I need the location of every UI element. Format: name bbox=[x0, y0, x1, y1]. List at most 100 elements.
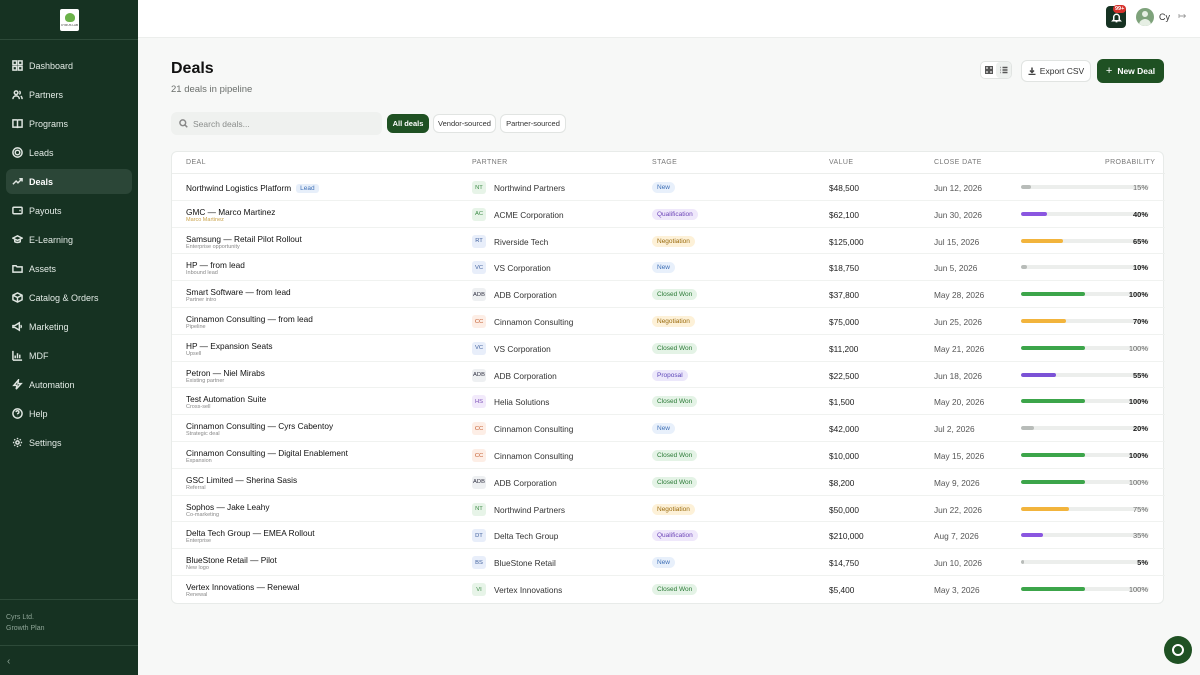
sidebar-item-partners[interactable]: Partners bbox=[6, 82, 132, 107]
partner-name[interactable]: ADB Corporation bbox=[494, 371, 557, 381]
deal-name[interactable]: Smart Software — from lead bbox=[186, 287, 291, 297]
partner-name[interactable]: Northwind Partners bbox=[494, 183, 565, 193]
partner-name[interactable]: VS Corporation bbox=[494, 344, 551, 354]
sidebar-item-settings[interactable]: Settings bbox=[6, 430, 132, 455]
sidebar-item-payouts[interactable]: Payouts bbox=[6, 198, 132, 223]
new-deal-button[interactable]: + New Deal bbox=[1097, 59, 1164, 83]
table-row[interactable]: Cinnamon Consulting — Digital Enablement… bbox=[172, 442, 1165, 469]
deal-name[interactable]: GMC — Marco Martinez bbox=[186, 207, 275, 217]
table-row[interactable]: BlueStone Retail — Pilot New logo BS BlueSt… bbox=[172, 549, 1165, 576]
table-row[interactable]: HP — Expansion Seats Upsell VC VS Corporati… bbox=[172, 335, 1165, 362]
column-value[interactable]: VALUE bbox=[829, 159, 853, 166]
logout-icon[interactable]: ↦ bbox=[1178, 11, 1186, 22]
table-row[interactable]: Samsung — Retail Pilot Rollout Enterprise… bbox=[172, 228, 1165, 255]
sidebar-item-assets[interactable]: Assets bbox=[6, 256, 132, 281]
deal-name[interactable]: Sophos — Jake Leahy bbox=[186, 502, 269, 512]
partner-name[interactable]: Cinnamon Consulting bbox=[494, 424, 573, 434]
deal-name[interactable]: Petron — Niel Mirabs bbox=[186, 368, 265, 378]
partner-name[interactable]: Northwind Partners bbox=[494, 505, 565, 515]
user-initials[interactable]: Cy bbox=[1159, 12, 1170, 22]
column-close-date[interactable]: CLOSE DATE bbox=[934, 159, 982, 166]
deal-name[interactable]: Vertex Innovations — Renewal bbox=[186, 582, 299, 592]
deal-name[interactable]: Test Automation Suite bbox=[186, 394, 266, 404]
table-row[interactable]: Cinnamon Consulting — from lead Pipeline C… bbox=[172, 308, 1165, 335]
sidebar-item-programs[interactable]: Programs bbox=[6, 111, 132, 136]
deal-name[interactable]: Northwind Logistics Platform Lead bbox=[186, 183, 319, 193]
partner-initials-badge: VC bbox=[472, 261, 486, 275]
sidebar-item-label: Deals bbox=[29, 176, 54, 187]
help-chat-button[interactable] bbox=[1164, 636, 1192, 664]
sidebar-item-e-learning[interactable]: E-Learning bbox=[6, 227, 132, 252]
deal-name[interactable]: HP — from lead bbox=[186, 260, 245, 270]
filter-vendor-sourced[interactable]: Vendor-sourced bbox=[433, 114, 496, 133]
probability-value: 10% bbox=[1132, 263, 1148, 273]
sidebar-item-catalog-orders[interactable]: Catalog & Orders bbox=[6, 285, 132, 310]
deal-name[interactable]: GSC Limited — Sherina Sasis bbox=[186, 475, 297, 485]
partner-name[interactable]: BlueStone Retail bbox=[494, 558, 556, 568]
deal-name[interactable]: Samsung — Retail Pilot Rollout bbox=[186, 234, 302, 244]
table-row[interactable]: Sophos — Jake Leahy Co-marketing NT Northwi… bbox=[172, 496, 1165, 523]
partner-name[interactable]: ADB Corporation bbox=[494, 290, 557, 300]
deal-name[interactable]: Cinnamon Consulting — Digital Enablement bbox=[186, 448, 348, 458]
sidebar-item-automation[interactable]: Automation bbox=[6, 372, 132, 397]
table-row[interactable]: Delta Tech Group — EMEA Rollout Enterpris… bbox=[172, 522, 1165, 550]
partner-name[interactable]: Cinnamon Consulting bbox=[494, 317, 573, 327]
list-view-button[interactable] bbox=[996, 62, 1011, 78]
deal-name[interactable]: Cinnamon Consulting — from lead bbox=[186, 314, 313, 324]
table-row[interactable]: Test Automation Suite Cross-sell HS Helia S… bbox=[172, 388, 1165, 416]
search-input[interactable] bbox=[193, 118, 373, 129]
deal-name[interactable]: HP — Expansion Seats bbox=[186, 341, 273, 351]
stage-badge: New bbox=[652, 262, 676, 274]
probability-fill bbox=[1021, 292, 1085, 297]
collapse-sidebar[interactable]: ‹ bbox=[0, 645, 138, 675]
company-logo[interactable]: CYRUS LAB bbox=[60, 8, 79, 31]
sidebar-item-label: Leads bbox=[29, 147, 54, 158]
close-date: Aug 7, 2026 bbox=[934, 531, 979, 542]
avatar[interactable] bbox=[1136, 8, 1154, 26]
sidebar-item-marketing[interactable]: Marketing bbox=[6, 314, 132, 339]
partner-name[interactable]: Helia Solutions bbox=[494, 397, 549, 407]
close-date: Jun 10, 2026 bbox=[934, 558, 982, 569]
partner-name[interactable]: Delta Tech Group bbox=[494, 531, 558, 541]
table-row[interactable]: Vertex Innovations — Renewal Renewal VI Ver… bbox=[172, 576, 1165, 603]
probability-value: 65% bbox=[1132, 236, 1148, 246]
sidebar-item-help[interactable]: Help bbox=[6, 401, 132, 426]
partner-name[interactable]: Cinnamon Consulting bbox=[494, 451, 573, 461]
deal-name[interactable]: Delta Tech Group — EMEA Rollout bbox=[186, 528, 315, 538]
grid-view-button[interactable] bbox=[981, 62, 996, 78]
table-row[interactable]: GMC — Marco Martinez Marco Martinez AC ACME… bbox=[172, 201, 1165, 228]
sidebar-item-deals[interactable]: Deals bbox=[6, 169, 132, 194]
column-stage[interactable]: STAGE bbox=[652, 159, 677, 166]
export-csv-button[interactable]: Export CSV bbox=[1021, 60, 1091, 82]
filter-all-deals[interactable]: All deals bbox=[387, 114, 429, 133]
table-row[interactable]: HP — from lead Inbound lead VC VS Corporati… bbox=[172, 254, 1165, 282]
partner-initials-badge: BS bbox=[472, 556, 486, 570]
deal-name[interactable]: BlueStone Retail — Pilot bbox=[186, 555, 277, 565]
partner-name[interactable]: ADB Corporation bbox=[494, 478, 557, 488]
deal-name[interactable]: Cinnamon Consulting — Cyrs Cabentoy bbox=[186, 421, 333, 431]
partner-name[interactable]: VS Corporation bbox=[494, 263, 551, 273]
partner-name[interactable]: ACME Corporation bbox=[494, 210, 564, 220]
table-row[interactable]: Smart Software — from lead Partner intro A… bbox=[172, 281, 1165, 308]
partner-name[interactable]: Vertex Innovations bbox=[494, 585, 562, 595]
column-deal[interactable]: DEAL bbox=[186, 159, 206, 166]
export-label: Export CSV bbox=[1039, 66, 1085, 76]
sidebar-item-label: Payouts bbox=[29, 205, 62, 216]
table-row[interactable]: Petron — Niel Mirabs Existing partner ADB A… bbox=[172, 362, 1165, 389]
partner-initials-badge: ADB bbox=[472, 475, 486, 489]
deal-subtitle: Upsell bbox=[186, 350, 202, 357]
deal-subtitle: Renewal bbox=[186, 592, 208, 598]
filter-partner-sourced[interactable]: Partner-sourced bbox=[500, 114, 566, 133]
probability-value: 70% bbox=[1132, 317, 1148, 326]
sidebar-item-dashboard[interactable]: Dashboard bbox=[6, 53, 132, 78]
sidebar-item-leads[interactable]: Leads bbox=[6, 140, 132, 165]
sidebar-item-mdf[interactable]: MDF bbox=[6, 343, 132, 368]
table-row[interactable]: Northwind Logistics Platform Lead NT Northw… bbox=[172, 174, 1165, 201]
partner-name[interactable]: Riverside Tech bbox=[494, 237, 548, 247]
deal-value: $42,000 bbox=[829, 424, 859, 435]
column-probability[interactable]: PROBABILITY bbox=[1105, 159, 1155, 166]
box-icon bbox=[11, 292, 23, 304]
table-row[interactable]: Cinnamon Consulting — Cyrs Cabentoy Strat… bbox=[172, 415, 1165, 442]
column-partner[interactable]: PARTNER bbox=[472, 159, 508, 166]
table-row[interactable]: GSC Limited — Sherina Sasis Referral ADB AD… bbox=[172, 469, 1165, 496]
